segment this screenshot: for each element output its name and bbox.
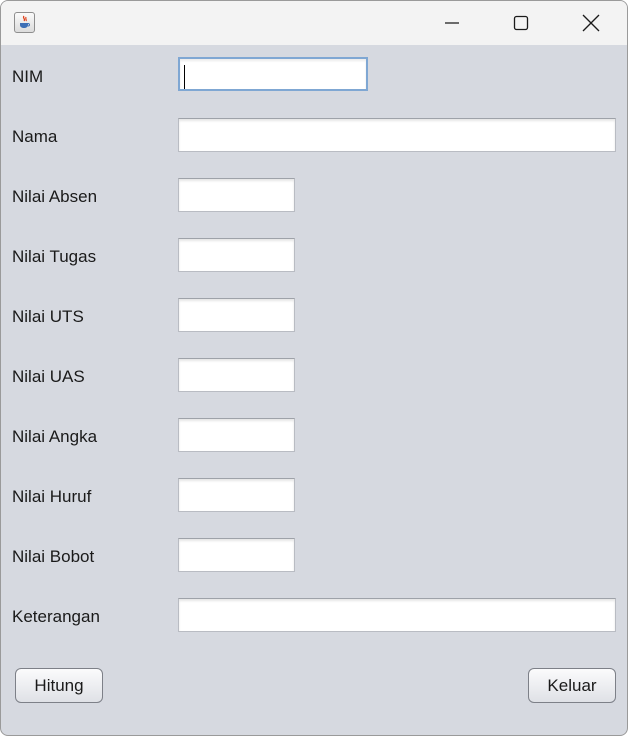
nilai-uts-label: Nilai UTS [12, 307, 84, 326]
maximize-icon [513, 15, 529, 31]
keterangan-field[interactable] [178, 598, 616, 632]
close-icon [582, 14, 600, 32]
nama-label: Nama [12, 127, 58, 146]
nilai-bobot-field[interactable] [178, 538, 295, 572]
nim-field[interactable] [178, 57, 368, 91]
maximize-button[interactable] [487, 1, 555, 45]
nilai-tugas-field[interactable] [178, 238, 295, 272]
nilai-uts-field[interactable] [178, 298, 295, 332]
java-cup-icon[interactable] [14, 12, 35, 33]
nilai-uas-field[interactable] [178, 358, 295, 392]
nilai-bobot-label: Nilai Bobot [12, 547, 95, 566]
nilai-uas-label: Nilai UAS [12, 367, 85, 386]
minimize-button[interactable] [418, 1, 486, 45]
minimize-icon [445, 22, 459, 24]
nilai-huruf-label: Nilai Huruf [12, 487, 92, 506]
close-button[interactable] [557, 1, 625, 45]
keterangan-label: Keterangan [12, 607, 100, 626]
hitung-button[interactable]: Hitung [15, 668, 103, 703]
nilai-angka-field[interactable] [178, 418, 295, 452]
nilai-absen-field[interactable] [178, 178, 295, 212]
title-bar[interactable] [1, 1, 627, 45]
keluar-button[interactable]: Keluar [528, 668, 616, 703]
nilai-absen-label: Nilai Absen [12, 187, 98, 206]
nilai-angka-label: Nilai Angka [12, 427, 98, 446]
app-window: NIM Nama Nilai Absen Nilai Tugas Nilai U… [0, 0, 628, 736]
nilai-huruf-field[interactable] [178, 478, 295, 512]
nilai-tugas-label: Nilai Tugas [12, 247, 97, 266]
nim-label: NIM [12, 67, 44, 86]
nama-field[interactable] [178, 118, 616, 152]
text-caret [184, 65, 185, 89]
